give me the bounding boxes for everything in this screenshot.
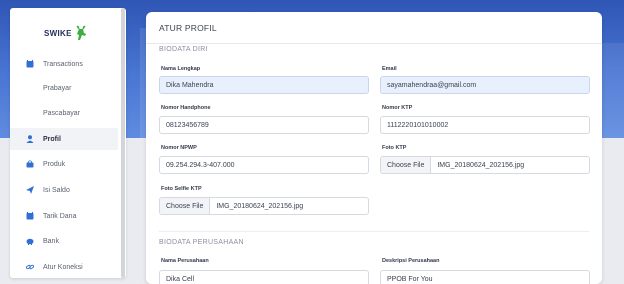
foto-ktp-label: Foto KTP: [382, 145, 407, 151]
divider: [146, 43, 602, 44]
sidebar-item-transactions[interactable]: Transactions: [10, 53, 118, 75]
nomor-ktp-input[interactable]: 1112220101010002: [380, 116, 590, 134]
sidebar-scrollbar[interactable]: [121, 8, 125, 278]
sidebar-item-label: Bank: [43, 237, 59, 245]
sidebar-item-bank[interactable]: Bank: [10, 230, 118, 252]
page-title: ATUR PROFIL: [159, 23, 217, 33]
nomor-npwp-label: Nomor NPWP: [161, 145, 197, 151]
email-input[interactable]: sayamahendraa@gmail.com: [380, 76, 590, 94]
nomor-npwp-input[interactable]: 09.254.294.3-407.000: [159, 156, 369, 174]
brand-name: SWIKE: [44, 28, 72, 38]
profile-card: ATUR PROFIL BIODATA DIRI Nama Lengkap Di…: [146, 12, 602, 284]
choose-file-button[interactable]: Choose File: [381, 157, 432, 173]
deskripsi-perusahaan-input[interactable]: PPOB For You: [380, 270, 590, 284]
nama-perusahaan-input[interactable]: Dika Cell: [159, 270, 369, 284]
divider: [159, 231, 589, 232]
sidebar-item-label: Tarik Dana: [43, 212, 77, 220]
sidebar-item-isi-saldo[interactable]: Isi Saldo: [10, 179, 118, 201]
nomor-handphone-input[interactable]: 08123456789: [159, 116, 369, 134]
nama-lengkap-input[interactable]: Dika Mahendra: [159, 76, 369, 94]
deskripsi-perusahaan-label: Deskripsi Perusahaan: [382, 258, 440, 264]
choose-file-button[interactable]: Choose File: [160, 198, 211, 214]
bag-icon: [25, 160, 34, 169]
nama-lengkap-label: Nama Lengkap: [161, 66, 201, 72]
sidebar-item-label: Pascabayar: [43, 109, 80, 117]
sidebar-item-label: Profil: [43, 135, 61, 143]
sidebar-item-label: Isi Saldo: [43, 186, 70, 194]
sidebar-item-label: Produk: [43, 160, 66, 168]
sidebar-item-label: Transactions: [43, 60, 83, 68]
sidebar-item-prabayar[interactable]: Prabayar: [10, 77, 118, 99]
section-title-biodata-diri: BIODATA DIRI: [159, 46, 208, 53]
sidebar-item-tarik-dana[interactable]: Tarik Dana: [10, 205, 118, 227]
brand-logo[interactable]: SWIKE: [44, 25, 88, 41]
sidebar-item-atur-koneksi[interactable]: Atur Koneksi: [10, 256, 118, 278]
nomor-handphone-label: Nomor Handphone: [161, 105, 211, 111]
sidebar-item-produk[interactable]: Produk: [10, 153, 118, 175]
foto-ktp-file-input[interactable]: Choose File IMG_20180624_202156.jpg: [380, 156, 590, 174]
section-title-biodata-perusahaan: BIODATA PERUSAHAAN: [159, 239, 244, 246]
foto-selfie-ktp-file-input[interactable]: Choose File IMG_20180624_202156.jpg: [159, 197, 369, 215]
link-icon: [25, 263, 34, 272]
email-label: Email: [382, 66, 397, 72]
piggy-bank-icon: [25, 237, 34, 246]
deer-logo-icon: [76, 25, 86, 40]
nama-perusahaan-label: Nama Perusahaan: [161, 258, 209, 264]
sidebar-item-label: Atur Koneksi: [43, 263, 83, 271]
send-icon: [25, 186, 34, 195]
calendar-icon: [25, 60, 34, 69]
sidebar-item-pascabayar[interactable]: Pascabayar: [10, 102, 118, 124]
user-icon: [25, 135, 34, 144]
sidebar-item-label: Prabayar: [43, 84, 72, 92]
file-name: IMG_20180624_202156.jpg: [216, 202, 304, 210]
calendar-icon: [25, 212, 34, 221]
foto-selfie-ktp-label: Foto Selfie KTP: [161, 186, 202, 192]
file-name: IMG_20180624_202156.jpg: [437, 161, 525, 169]
sidebar-item-profil[interactable]: Profil: [10, 128, 118, 150]
nomor-ktp-label: Nomor KTP: [382, 105, 413, 111]
